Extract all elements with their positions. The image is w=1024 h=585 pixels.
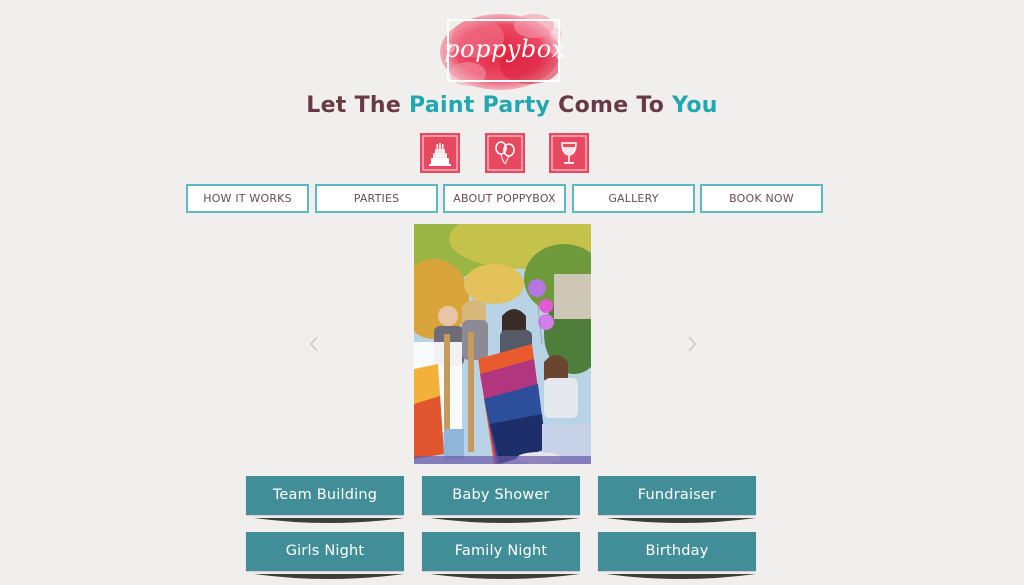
tagline-part1: Let The (306, 93, 410, 118)
slideshow-photo[interactable] (414, 224, 591, 464)
birthday-cake-icon[interactable] (420, 133, 460, 173)
button-shadow (606, 571, 756, 581)
birthday-button[interactable]: Birthday (598, 532, 756, 571)
tagline-highlight-paint-party: Paint Party (409, 93, 551, 118)
family-night-button[interactable]: Family Night (422, 532, 580, 571)
balloons-icon[interactable] (485, 133, 525, 173)
page: poppybox Let The Paint Party Come To You (0, 0, 1024, 585)
button-shadow (254, 515, 404, 525)
button-shadow (430, 515, 580, 525)
tagline: Let The Paint Party Come To You (0, 93, 1024, 118)
button-shadow (254, 571, 404, 581)
logo-text: poppybox (444, 35, 566, 63)
nav-book-now[interactable]: BOOK NOW (700, 184, 823, 213)
baby-shower-button[interactable]: Baby Shower (422, 476, 580, 515)
chevron-right-icon[interactable] (685, 334, 699, 354)
nav-how-it-works[interactable]: HOW IT WORKS (186, 184, 309, 213)
girls-night-button[interactable]: Girls Night (246, 532, 404, 571)
nav-gallery[interactable]: GALLERY (572, 184, 695, 213)
tagline-part2: Come To (550, 93, 673, 118)
team-building-button[interactable]: Team Building (246, 476, 404, 515)
button-shadow (430, 571, 580, 581)
nav-about-poppybox[interactable]: ABOUT POPPYBOX (443, 184, 566, 213)
tagline-highlight-you: You (672, 93, 718, 118)
button-shadow (606, 515, 756, 525)
wine-glass-icon[interactable] (549, 133, 589, 173)
chevron-left-icon[interactable] (307, 334, 321, 354)
poppybox-logo[interactable]: poppybox (438, 8, 572, 94)
fundraiser-button[interactable]: Fundraiser (598, 476, 756, 515)
nav-parties[interactable]: PARTIES (315, 184, 438, 213)
